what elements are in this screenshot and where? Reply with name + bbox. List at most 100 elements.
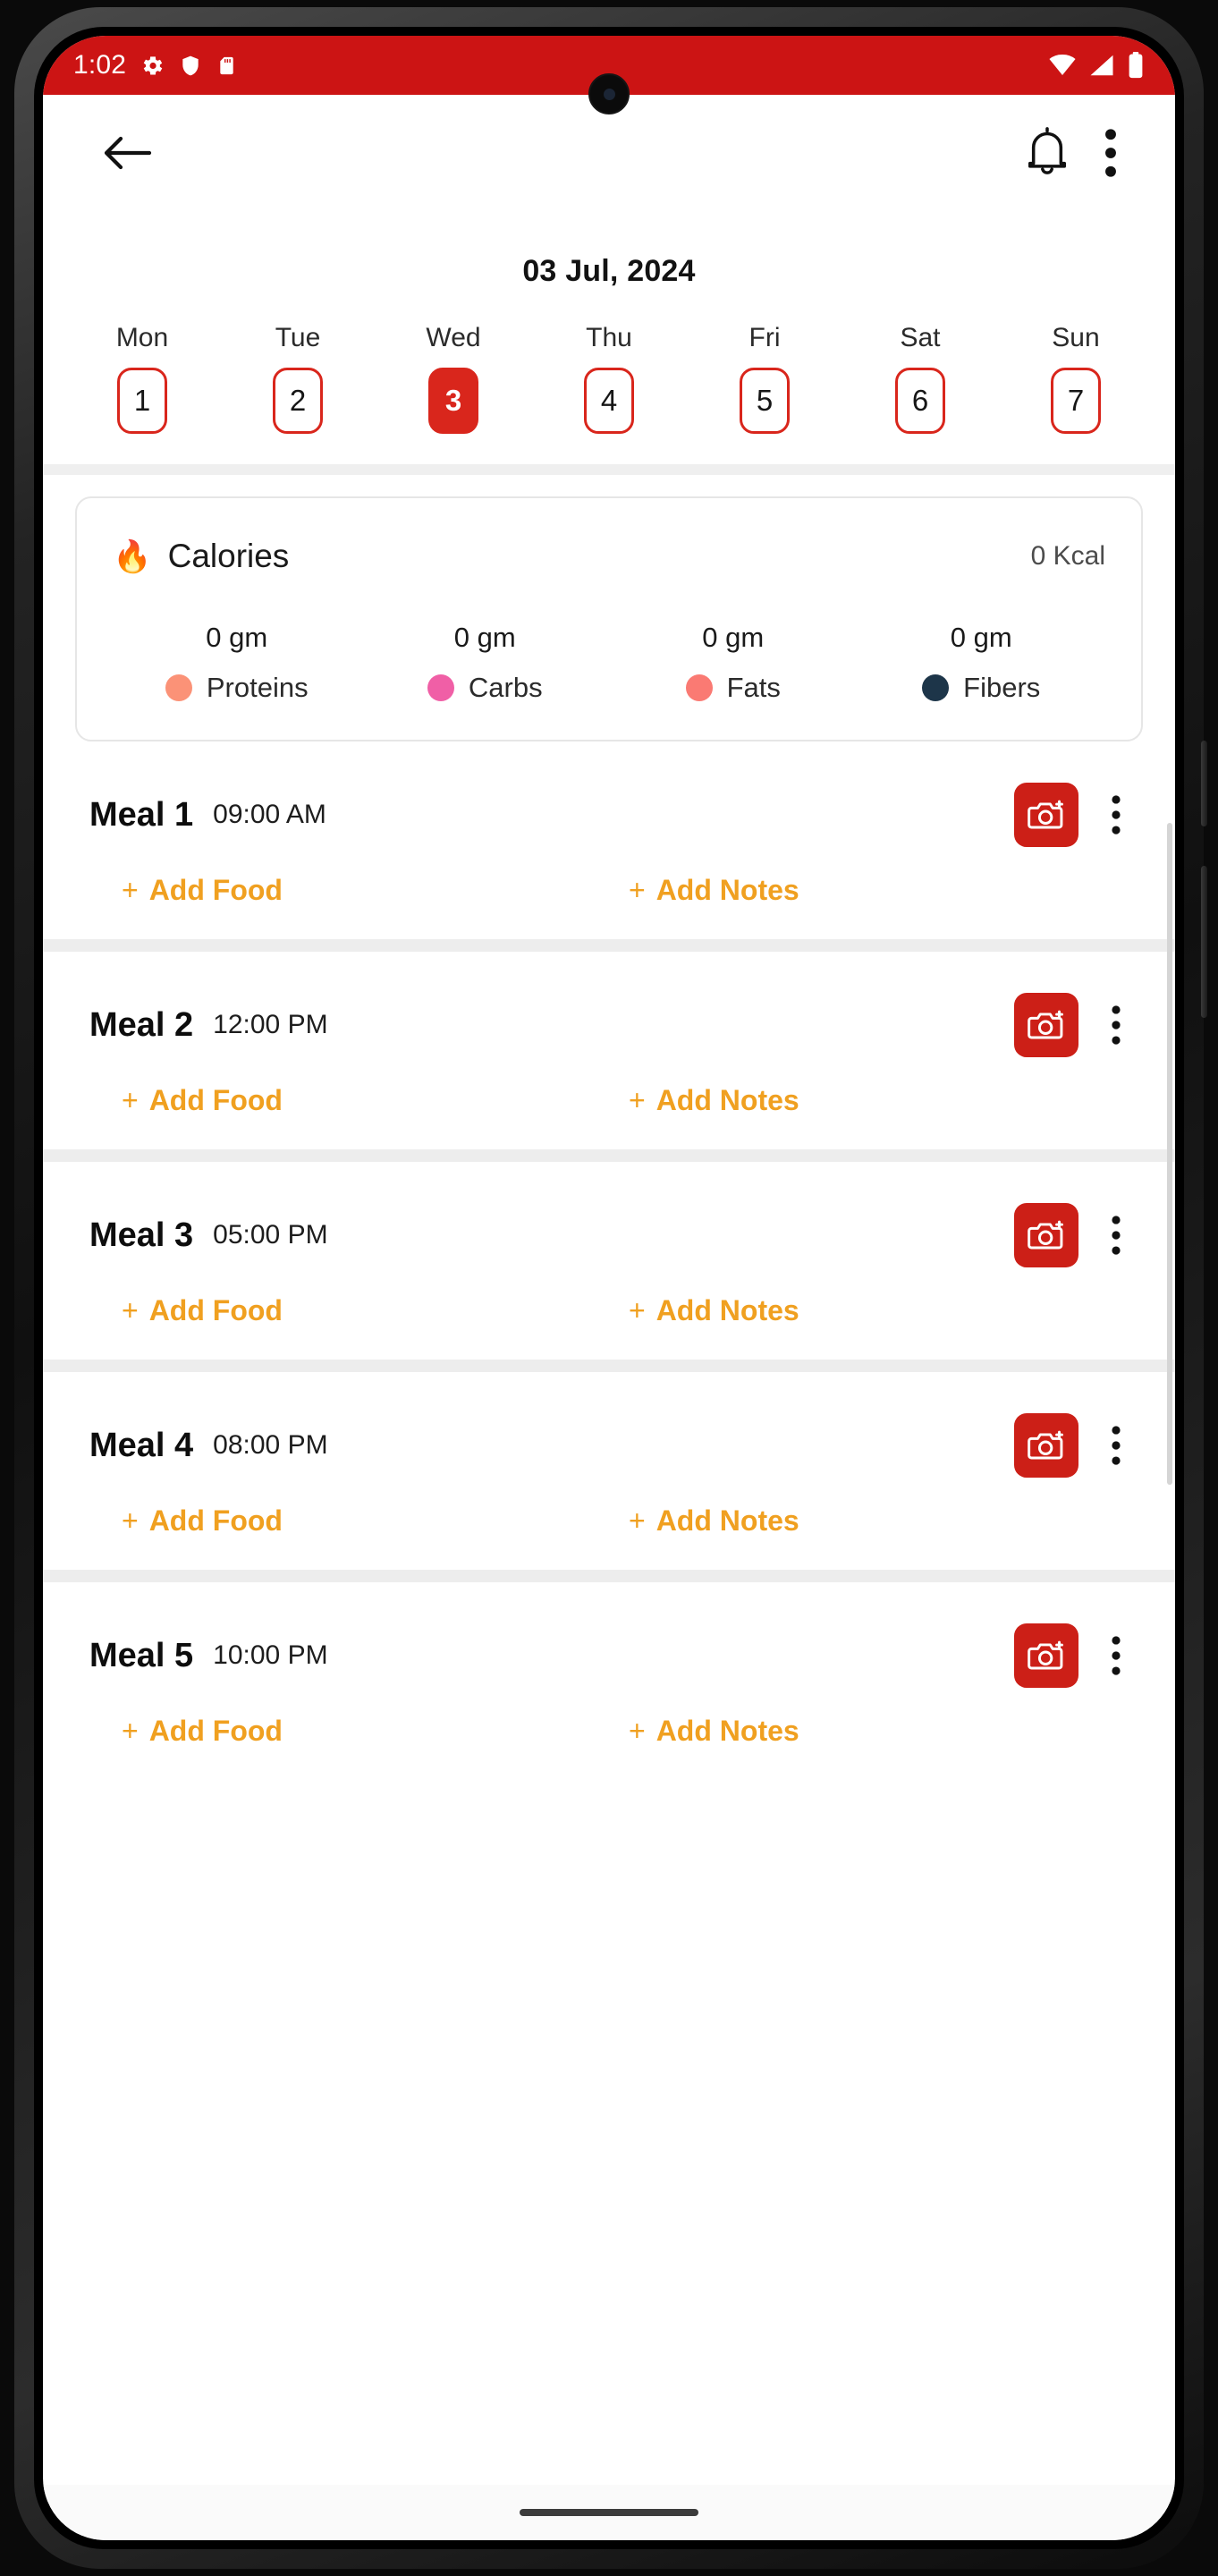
plus-icon: +	[122, 1084, 139, 1116]
add-food-label: Add Food	[148, 1084, 283, 1116]
meal-title: Meal 2	[89, 1005, 194, 1044]
meal-time: 12:00 PM	[213, 1010, 328, 1039]
section-divider	[43, 464, 1175, 475]
add-food-label: Add Food	[148, 1715, 283, 1747]
meal-title: Meal 4	[89, 1426, 194, 1464]
meal-row: Meal 2 12:00 PM + Add Food + Add Notes	[43, 952, 1175, 1149]
add-food-button[interactable]: + Add Food	[122, 874, 629, 907]
plus-icon: +	[629, 1715, 646, 1747]
add-food-label: Add Food	[148, 874, 283, 906]
front-camera-cutout	[588, 73, 630, 114]
add-food-button[interactable]: + Add Food	[122, 1294, 629, 1327]
add-notes-label: Add Notes	[656, 874, 799, 906]
meal-actions	[1014, 993, 1136, 1057]
plus-icon: +	[122, 1294, 139, 1326]
meal-overflow-menu-button[interactable]	[1096, 1413, 1136, 1478]
add-notes-label: Add Notes	[656, 1294, 799, 1326]
scrollbar[interactable]	[1167, 823, 1172, 1485]
phone-frame: 1:02 03 Jul, 2024 Mon 1 Tue 2 Wed 3 Thu …	[14, 7, 1207, 2569]
meal-overflow-menu-button[interactable]	[1096, 993, 1136, 1057]
plus-icon: +	[122, 874, 139, 906]
meal-actions	[1014, 1623, 1136, 1688]
day-label: Wed	[426, 323, 481, 352]
camera-add-icon[interactable]	[1014, 1623, 1078, 1688]
camera-add-icon[interactable]	[1014, 1203, 1078, 1267]
add-notes-button[interactable]: + Add Notes	[629, 1084, 1136, 1117]
add-notes-button[interactable]: + Add Notes	[629, 874, 1136, 907]
status-bar-left: 1:02	[73, 50, 237, 80]
macro-value: 0 gm	[950, 622, 1012, 653]
meal-header: Meal 3 05:00 PM	[89, 1203, 1136, 1267]
meal-actions	[1014, 1413, 1136, 1478]
add-notes-label: Add Notes	[656, 1084, 799, 1116]
meal-overflow-menu-button[interactable]	[1096, 1623, 1136, 1688]
add-notes-button[interactable]: + Add Notes	[629, 1504, 1136, 1538]
day-item-tue[interactable]: Tue 2	[220, 323, 376, 434]
power-button[interactable]	[1201, 741, 1207, 826]
meal-header: Meal 2 12:00 PM	[89, 993, 1136, 1057]
meal-divider	[43, 1149, 1175, 1162]
day-label: Tue	[275, 323, 321, 352]
day-item-thu[interactable]: Thu 4	[531, 323, 687, 434]
add-notes-button[interactable]: + Add Notes	[629, 1715, 1136, 1748]
day-label: Mon	[115, 323, 169, 352]
plus-icon: +	[122, 1715, 139, 1747]
sd-card-icon	[216, 54, 237, 78]
day-item-wed[interactable]: Wed 3	[376, 323, 531, 434]
day-item-mon[interactable]: Mon 1	[64, 323, 220, 434]
meal-links: + Add Food + Add Notes	[89, 1294, 1136, 1327]
day-number: 7	[1051, 368, 1101, 434]
meal-row: Meal 5 10:00 PM + Add Food + Add Notes	[43, 1582, 1175, 1780]
day-number-selected: 3	[428, 368, 478, 434]
camera-add-icon[interactable]	[1014, 1413, 1078, 1478]
status-bar: 1:02	[43, 36, 1175, 114]
camera-add-icon[interactable]	[1014, 993, 1078, 1057]
add-notes-label: Add Notes	[656, 1504, 799, 1537]
meal-row: Meal 1 09:00 AM + Add Food + Add Notes	[43, 741, 1175, 939]
macro-fibers: 0 gm Fibers	[858, 622, 1106, 704]
add-food-button[interactable]: + Add Food	[122, 1084, 629, 1117]
overflow-menu-button[interactable]	[1086, 114, 1136, 191]
meal-overflow-menu-button[interactable]	[1096, 783, 1136, 847]
day-item-fri[interactable]: Fri 5	[687, 323, 842, 434]
meal-header: Meal 4 08:00 PM	[89, 1413, 1136, 1478]
camera-add-icon[interactable]	[1014, 783, 1078, 847]
meal-row: Meal 4 08:00 PM + Add Food + Add Notes	[43, 1372, 1175, 1570]
meal-divider	[43, 1360, 1175, 1372]
meal-title: Meal 5	[89, 1636, 194, 1674]
meal-divider	[43, 1570, 1175, 1582]
calories-card: 🔥 Calories 0 Kcal 0 gm Proteins 0 gm Car…	[75, 496, 1143, 741]
add-food-button[interactable]: + Add Food	[122, 1715, 629, 1748]
day-item-sat[interactable]: Sat 6	[842, 323, 998, 434]
meal-links: + Add Food + Add Notes	[89, 1715, 1136, 1748]
macro-label: Fats	[726, 672, 781, 703]
day-label: Thu	[586, 323, 632, 352]
back-button[interactable]	[89, 114, 166, 191]
day-number: 6	[895, 368, 945, 434]
add-food-label: Add Food	[148, 1294, 283, 1326]
volume-button[interactable]	[1201, 866, 1207, 1018]
meal-links: + Add Food + Add Notes	[89, 874, 1136, 907]
screenshot-root: 1:02 03 Jul, 2024 Mon 1 Tue 2 Wed 3 Thu …	[0, 0, 1218, 2576]
meal-links: + Add Food + Add Notes	[89, 1504, 1136, 1538]
plus-icon: +	[629, 1504, 646, 1537]
meal-overflow-menu-button[interactable]	[1096, 1203, 1136, 1267]
add-notes-button[interactable]: + Add Notes	[629, 1294, 1136, 1327]
macro-value: 0 gm	[206, 622, 268, 653]
home-indicator[interactable]	[520, 2509, 698, 2516]
macro-carbs: 0 gm Carbs	[361, 622, 610, 704]
add-food-button[interactable]: + Add Food	[122, 1504, 629, 1538]
status-bar-clock: 1:02	[73, 50, 127, 80]
meal-list: Meal 1 09:00 AM + Add Food + Add Notes M…	[43, 741, 1175, 1780]
macro-label: Fibers	[963, 672, 1041, 703]
macro-legend: Carbs	[427, 672, 543, 704]
day-item-sun[interactable]: Sun 7	[998, 323, 1154, 434]
phone-screen: 1:02 03 Jul, 2024 Mon 1 Tue 2 Wed 3 Thu …	[43, 36, 1175, 2540]
macros-row: 0 gm Proteins 0 gm Carbs 0 gm Fats 0 gm …	[113, 622, 1105, 704]
notification-bell-button[interactable]	[1009, 114, 1086, 191]
system-gesture-bar[interactable]	[43, 2485, 1175, 2540]
macro-legend: Proteins	[165, 672, 309, 704]
day-number: 1	[117, 368, 167, 434]
meal-header: Meal 1 09:00 AM	[89, 783, 1136, 847]
plus-icon: +	[629, 874, 646, 906]
